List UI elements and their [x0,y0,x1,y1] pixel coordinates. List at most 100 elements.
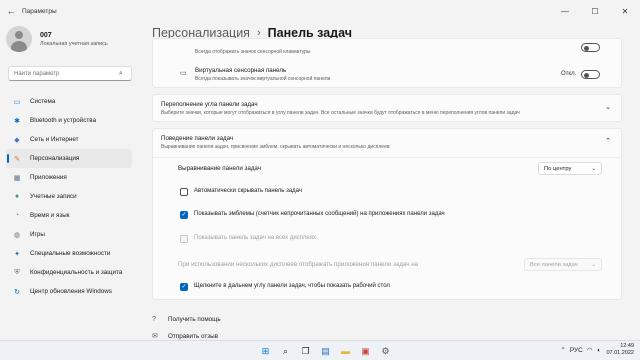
maximize-button[interactable]: ☐ [580,0,610,22]
sidebar-item[interactable]: ◆ Сеть и Интернет [6,130,132,149]
sidebar-item-label: Персонализация [30,155,80,162]
multi-display-label: При использовании нескольких дисплеев от… [178,261,419,268]
sidebar-item-label: Bluetooth и устройства [30,117,97,124]
close-button[interactable]: ✕ [610,0,640,22]
taskbar-apps: ⊞ ⌕ ❐ ▤ ▬ ▣ ⚙ [258,344,398,358]
corner-checkbox[interactable]: ✓ [180,283,188,291]
sidebar-item[interactable]: ◔ Время и язык [6,206,132,225]
chevron-down-icon: ⌄ [591,261,596,268]
divider [153,157,621,158]
corner-label: Щелкните в дальнем углу панели задач, чт… [194,283,390,289]
autohide-label: Автоматически скрывать панель задач [194,188,303,194]
check-icon: ✓ [181,212,187,218]
volume-icon[interactable]: ◖ [597,347,601,354]
sidebar-item-label: Приложения [30,174,67,181]
sidebar-item-label: Специальные возможности [30,250,111,257]
sidebar-item-label: Время и язык [30,212,70,219]
sidebar-item-label: Сеть и Интернет [30,136,79,143]
sidebar-item-icon: ◔ [14,212,20,219]
window-title: Параметры [22,7,57,15]
alignment-dropdown[interactable]: По центру ⌄ [538,162,602,175]
sidebar-item[interactable]: ⛨ Конфиденциальность и защита [6,263,132,282]
touch-keyboard-card: Всегда отображать значок сенсорной клави… [152,38,622,88]
chevron-down-icon: ⌄ [591,165,596,172]
search-box[interactable]: ⌕ [8,66,132,81]
sidebar-item-icon: ✎ [14,155,20,163]
taskbar-explorer-icon[interactable]: ▬ [338,344,353,358]
touchpad-icon: ▭ [180,70,187,77]
taskbar: ⊞ ⌕ ❐ ▤ ▬ ▣ ⚙ ⌃ РУС ◠ ◖ 12:49 07.01.2022 [0,340,640,360]
title-bar: ← Параметры [0,0,640,22]
all-displays-checkbox[interactable] [180,235,188,243]
chevron-up-icon[interactable]: ⌃ [605,137,611,145]
sidebar-item-label: Игры [30,231,45,238]
behavior-desc: Выравнивание панели задач, присвоение эм… [161,144,390,150]
sidebar-item[interactable]: ✎ Персонализация [6,149,132,168]
sidebar-item[interactable]: ↻ Центр обновления Windows [6,282,132,301]
user-name: 007 [40,31,52,39]
clock-time: 12:49 [620,343,634,349]
sidebar-item-icon: ▦ [13,174,21,182]
feedback-link[interactable]: ✉ Отправить отзыв [152,332,218,341]
behavior-title: Поведение панели задач [161,135,234,142]
sidebar-item-icon: ◍ [13,231,21,239]
sidebar-item-icon: ⛨ [14,268,20,276]
touchpad-toggle[interactable] [581,70,600,79]
feedback-icon: ✉ [152,333,158,340]
touchpad-desc: Всегда показывать значок виртуальной сен… [195,76,331,82]
touch-keyboard-desc: Всегда отображать значок сенсорной клави… [195,49,311,55]
get-help-link[interactable]: ? Получить помощь [152,316,221,323]
sidebar-item[interactable]: ✦ Специальные возможности [6,244,132,263]
sidebar-item-label: Учетные записи [30,193,77,200]
user-profile[interactable]: 007 Локальная учетная запись [6,26,108,52]
tray-chevron-up-icon[interactable]: ⌃ [560,346,565,354]
wifi-icon[interactable]: ◠ [587,346,593,354]
feedback-label: Отправить отзыв [168,332,218,340]
taskbar-settings-icon[interactable]: ⚙ [378,344,393,358]
search-icon[interactable]: ⌕ [119,70,123,78]
taskbar-store-icon[interactable]: ▣ [358,344,373,358]
touch-keyboard-toggle[interactable] [581,43,600,52]
check-icon: ✓ [181,284,187,290]
overflow-title: Переполнение угла панели задач [161,101,258,108]
alignment-value: По центру [544,165,572,172]
taskbar-start-icon[interactable]: ⊞ [258,344,273,358]
multi-display-value: Все панели задач [530,261,578,268]
sidebar-item-label: Система [30,98,56,105]
help-icon: ? [152,316,156,323]
alignment-label: Выравнивание панели задач [178,165,261,172]
sidebar-item-label: Центр обновления Windows [30,288,112,295]
back-arrow-icon[interactable]: ← [0,6,22,16]
sidebar-item[interactable]: ▭ Система [6,92,132,111]
sidebar-item-icon: ✱ [14,117,20,125]
sidebar-nav: ▭ Система ✱ Bluetooth и устройства ◆ Сеть и И… [6,92,132,301]
account-type: Локальная учетная запись [40,40,108,47]
sidebar-item[interactable]: ✱ Bluetooth и устройства [6,111,132,130]
overflow-card[interactable]: Переполнение угла панели задач Выберите … [152,94,622,122]
multi-display-dropdown[interactable]: Все панели задач ⌄ [524,258,602,271]
taskbar-task-view-icon[interactable]: ❐ [298,344,313,358]
touchpad-title: Виртуальная сенсорная панель [195,67,287,74]
sidebar-item-icon: ▭ [13,98,21,106]
badges-checkbox[interactable]: ✓ [180,211,188,219]
sidebar-item-icon: ◆ [14,136,20,144]
autohide-checkbox[interactable] [180,188,188,196]
sidebar-item[interactable]: ● Учетные записи [6,187,132,206]
clock-date: 07.01.2022 [606,350,634,356]
search-input[interactable] [14,70,119,77]
language-indicator[interactable]: РУС [570,347,583,354]
avatar-head-icon [15,31,23,39]
sidebar-item[interactable]: ◍ Игры [6,225,132,244]
minimize-button[interactable]: — [550,0,580,22]
sidebar-item-icon: ↻ [14,288,20,296]
taskbar-widgets-icon[interactable]: ▤ [318,344,333,358]
taskbar-search-icon[interactable]: ⌕ [278,344,293,358]
window-controls: — ☐ ✕ [550,0,640,22]
sidebar-item-label: Конфиденциальность и защита [30,269,123,276]
get-help-label: Получить помощь [168,316,221,323]
chevron-down-icon[interactable]: ⌄ [605,103,611,111]
touchpad-state: Откл. [561,71,577,77]
all-displays-label: Показывать панель задач на всех дисплеях [194,235,317,241]
sidebar-item[interactable]: ▦ Приложения [6,168,132,187]
clock[interactable]: 12:49 07.01.2022 [606,343,634,357]
